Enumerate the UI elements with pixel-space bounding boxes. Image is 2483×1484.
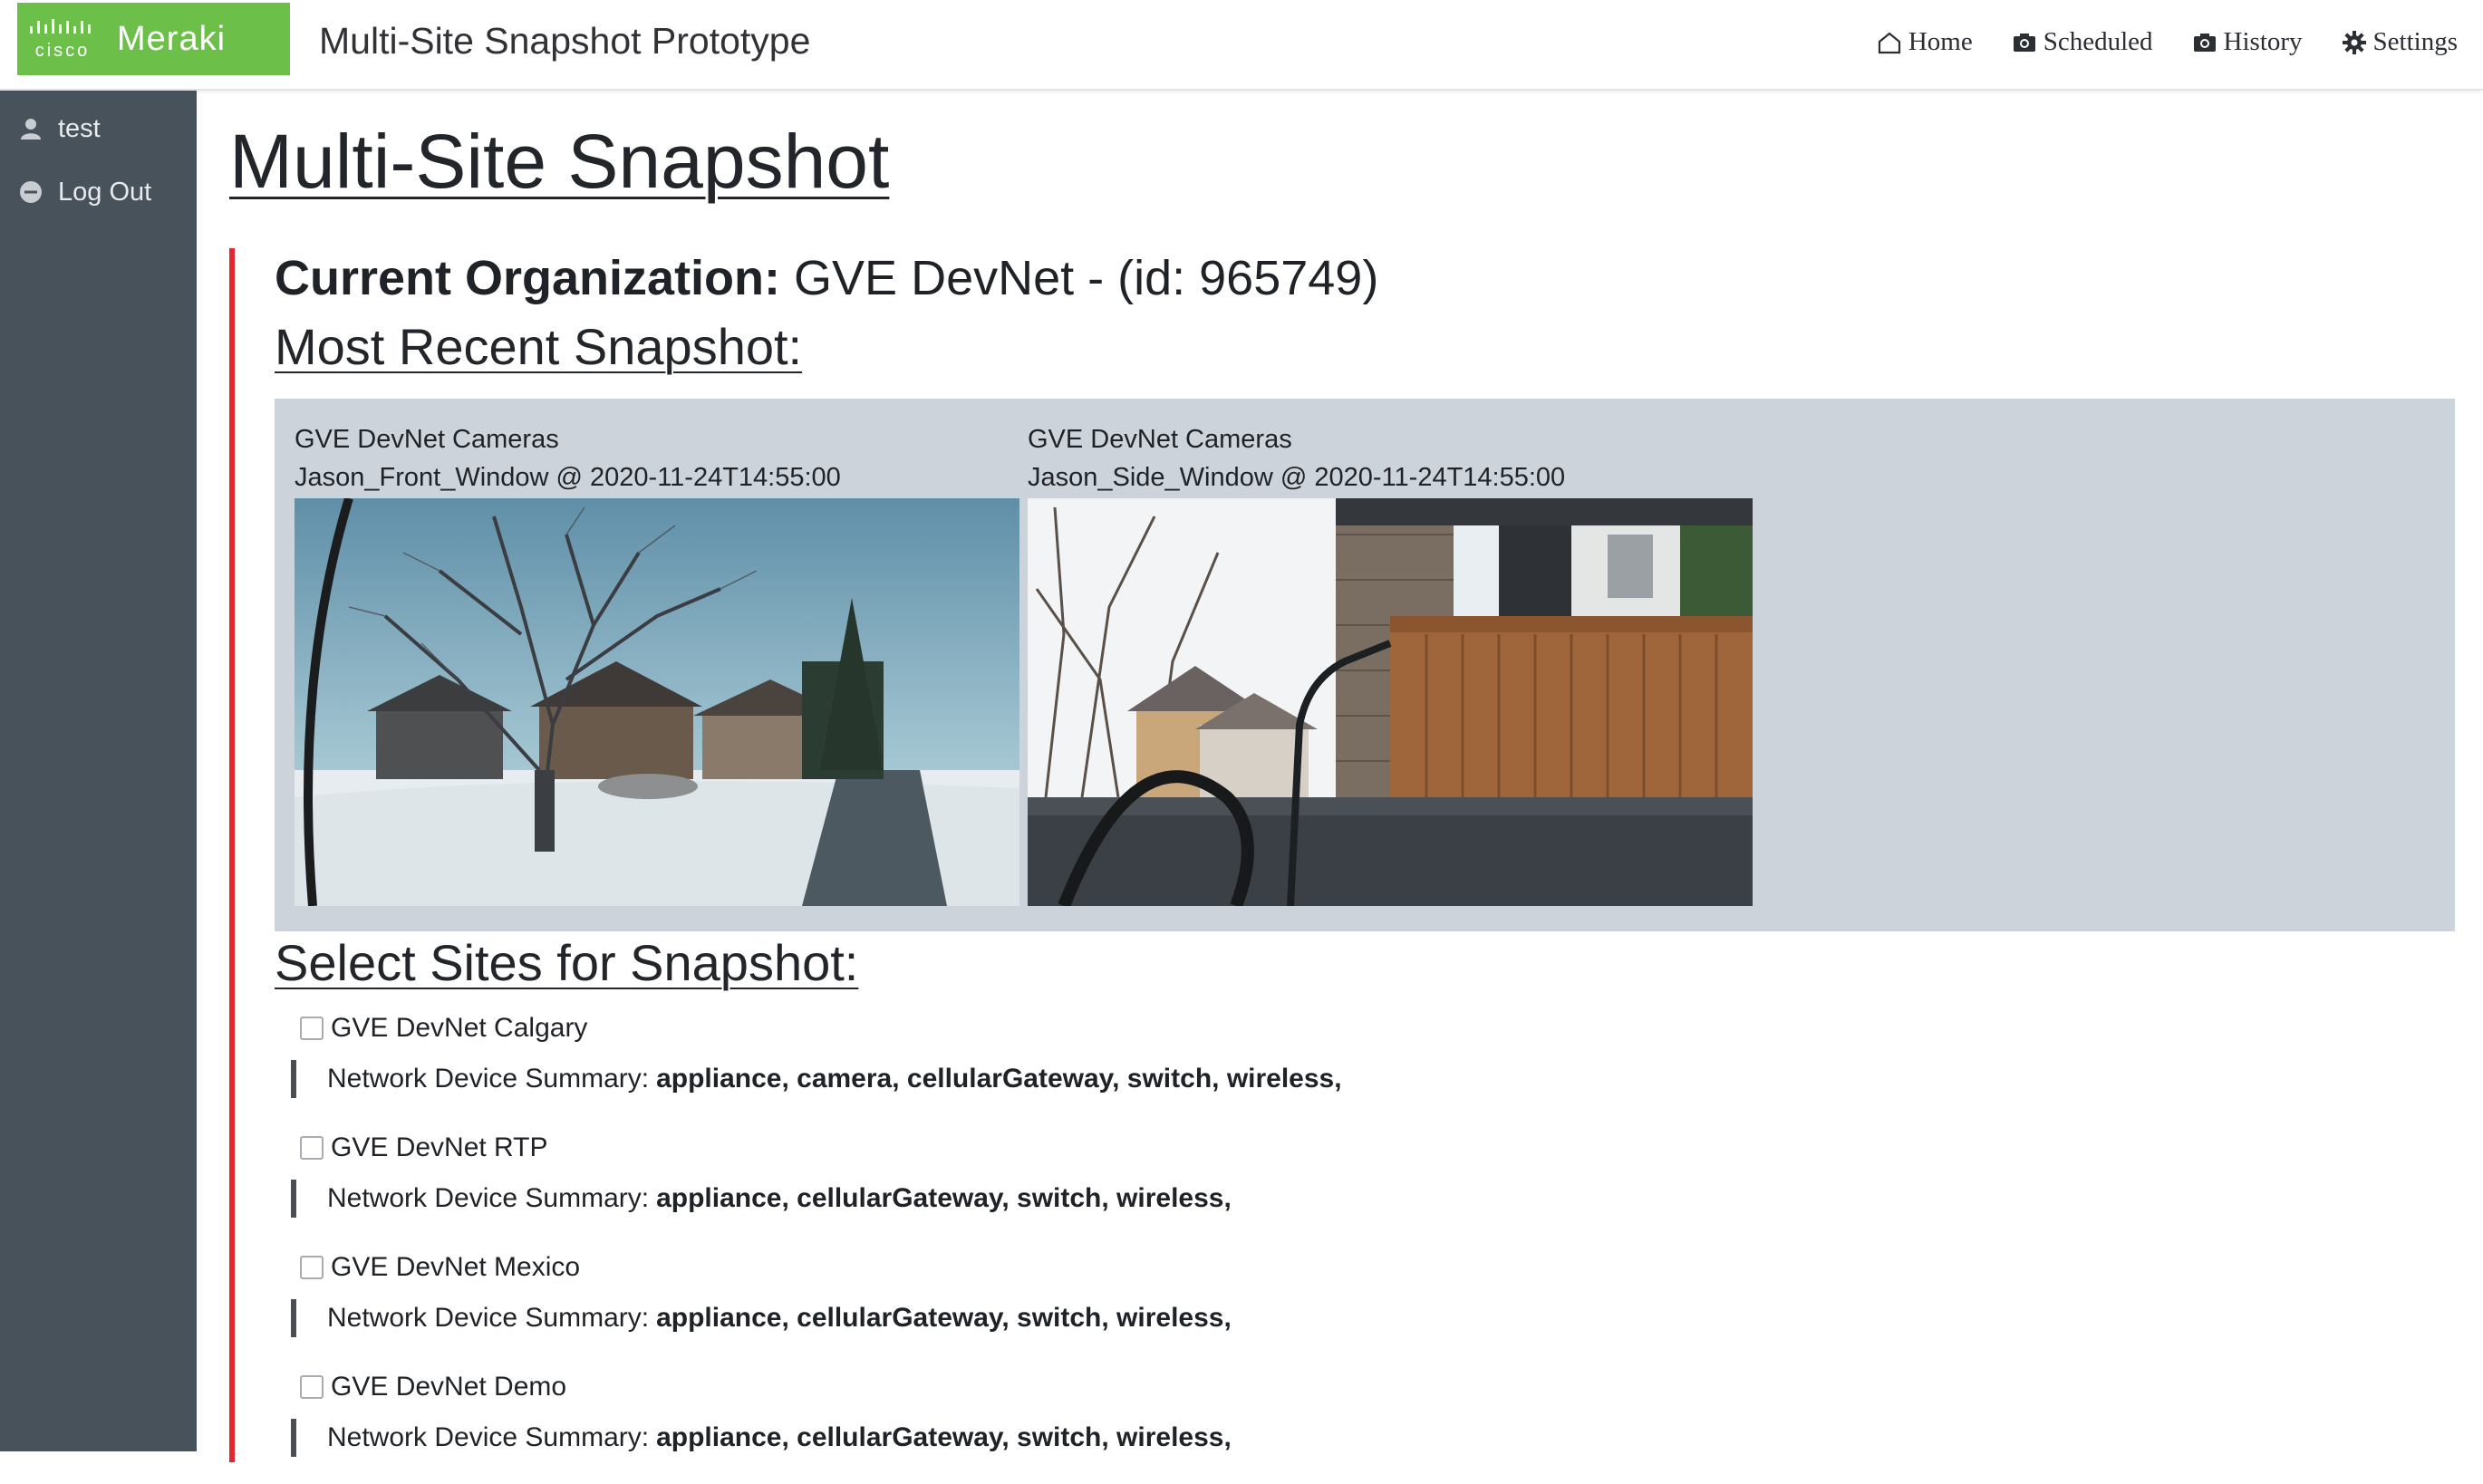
select-sites-heading: Select Sites for Snapshot: [275,934,859,991]
site-checkbox-row[interactable]: GVE DevNet Mexico [275,1245,2449,1290]
list-item: GVE DevNet Demo Network Device Summary: … [275,1364,2449,1484]
site-checkbox[interactable] [300,1256,324,1279]
sidebar: test Log Out [0,91,197,1451]
summary-label: Network Device Summary: [327,1064,650,1094]
top-nav: Home Scheduled History Settings [1876,27,2458,57]
site-checkbox[interactable] [300,1375,324,1399]
site-checkbox-row[interactable]: GVE DevNet RTP [275,1125,2449,1171]
snapshot-panel: GVE DevNet Cameras Jason_Front_Window @ … [275,399,2455,931]
home-icon [1878,32,1900,53]
snapshot-image[interactable] [295,498,1019,906]
snapshot-card: GVE DevNet Cameras Jason_Front_Window @ … [295,420,1019,906]
site-name: GVE DevNet Mexico [331,1252,581,1282]
user-icon [21,119,41,140]
snapshot-network: GVE DevNet Cameras [1028,425,1292,454]
page-title: Multi-Site Snapshot [229,119,890,204]
top-navbar: cisco Meraki Multi-Site Snapshot Prototy… [0,0,2483,91]
site-checkbox-row[interactable]: GVE DevNet Calgary [275,1006,2449,1051]
gear-icon [2342,30,2366,54]
summary-label: Network Device Summary: [327,1422,650,1452]
summary-devices: appliance, cellularGateway, switch, wire… [656,1183,1232,1213]
app-title: Multi-Site Snapshot Prototype [319,20,811,62]
snapshot-image[interactable] [1028,498,1753,906]
snapshot-card: GVE DevNet Cameras Jason_Side_Window @ 2… [1028,420,1753,906]
cisco-wordmark: cisco [34,40,91,61]
cisco-logo-icon: cisco [17,3,108,75]
meraki-wordmark: Meraki [117,19,227,58]
summary-devices: appliance, cellularGateway, switch, wire… [656,1422,1232,1452]
org-value: GVE DevNet - (id: 965749) [794,251,1379,305]
summary-devices: appliance, camera, cellularGateway, swit… [656,1064,1342,1094]
main-content: Multi-Site Snapshot Current Organization… [197,91,2483,1462]
summary-label: Network Device Summary: [327,1183,650,1213]
sidebar-item-label: Log Out [58,177,152,207]
nav-home[interactable]: Home [1876,27,1973,57]
cisco-meraki-logo[interactable]: cisco Meraki [17,3,290,75]
camera-icon [2193,33,2216,52]
nav-home-label: Home [1908,27,1973,56]
summary-label: Network Device Summary: [327,1303,650,1333]
list-item: GVE DevNet Mexico Network Device Summary… [275,1245,2449,1364]
site-name: GVE DevNet Demo [331,1372,567,1402]
camera-icon [2013,33,2035,52]
site-name: GVE DevNet RTP [331,1132,548,1162]
device-summary: Network Device Summary: appliance, camer… [291,1060,2449,1098]
nav-scheduled[interactable]: Scheduled [2011,27,2153,57]
sidebar-item-user[interactable]: test [0,97,197,160]
nav-settings-label: Settings [2372,27,2458,56]
nav-settings[interactable]: Settings [2341,27,2458,57]
device-summary: Network Device Summary: appliance, cellu… [291,1299,2449,1337]
site-list: GVE DevNet Calgary Network Device Summar… [275,1006,2449,1484]
site-name: GVE DevNet Calgary [331,1013,588,1043]
site-checkbox[interactable] [300,1136,324,1160]
summary-devices: appliance, cellularGateway, switch, wire… [656,1303,1232,1333]
org-label: Current Organization: [275,251,781,305]
list-item: GVE DevNet Calgary Network Device Summar… [275,1006,2449,1125]
site-checkbox-row[interactable]: GVE DevNet Demo [275,1364,2449,1410]
recent-snapshot-heading: Most Recent Snapshot: [275,318,803,375]
current-organization: Current Organization: GVE DevNet - (id: … [275,250,1378,306]
nav-scheduled-label: Scheduled [2043,27,2153,56]
sidebar-item-label: test [58,113,101,143]
section-accent-bar [229,248,235,1462]
sidebar-item-logout[interactable]: Log Out [0,160,197,224]
site-checkbox[interactable] [300,1017,324,1040]
snapshot-camera: Jason_Side_Window @ 2020-11-24T14:55:00 [1028,463,1566,492]
minus-circle-icon [20,181,42,203]
snapshot-camera: Jason_Front_Window @ 2020-11-24T14:55:00 [295,463,841,492]
nav-history-label: History [2223,27,2303,56]
device-summary: Network Device Summary: appliance, cellu… [291,1180,2449,1218]
list-item: GVE DevNet RTP Network Device Summary: a… [275,1125,2449,1245]
snapshot-network: GVE DevNet Cameras [295,425,559,454]
nav-history[interactable]: History [2191,27,2303,57]
